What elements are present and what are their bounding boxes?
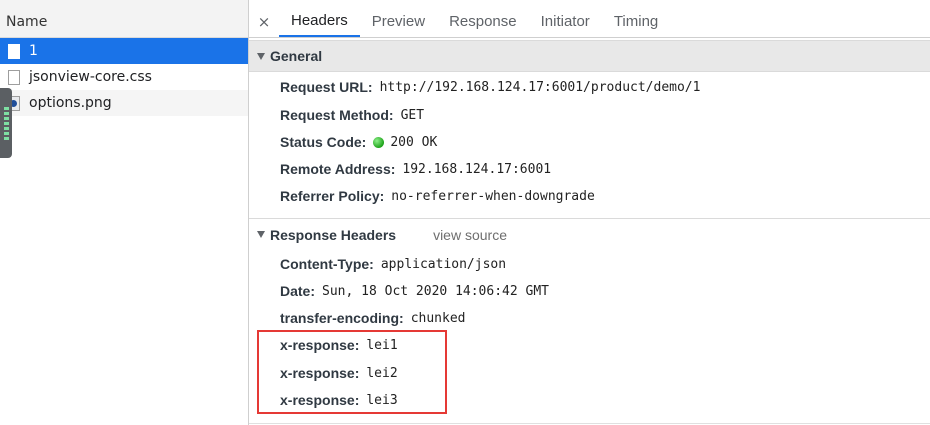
- header-value: no-referrer-when-downgrade: [391, 188, 595, 204]
- tab-response[interactable]: Response: [437, 6, 529, 37]
- status-code-row: Status Code: 200 OK: [280, 130, 437, 154]
- request-method-row: Request Method: GET: [280, 103, 424, 127]
- content-type-row: Content-Type: application/json: [280, 252, 506, 276]
- request-row-1[interactable]: 1: [0, 38, 248, 64]
- transfer-encoding-row: transfer-encoding: chunked: [280, 306, 465, 330]
- tab-timing[interactable]: Timing: [602, 6, 670, 37]
- header-value: 200 OK: [390, 134, 438, 150]
- document-icon: [8, 43, 20, 59]
- header-value: GET: [400, 107, 425, 123]
- tab-initiator[interactable]: Initiator: [529, 6, 602, 37]
- details-tabbar: × Headers Preview Response Initiator Tim…: [249, 6, 930, 38]
- header-key: transfer-encoding:: [280, 310, 404, 326]
- request-row-jsonview-core-css[interactable]: jsonview-core.css: [0, 64, 248, 90]
- request-url-row: Request URL: http://192.168.124.17:6001/…: [280, 75, 700, 99]
- referrer-policy-row: Referrer Policy: no-referrer-when-downgr…: [280, 184, 595, 208]
- request-row-options-png[interactable]: options.png: [0, 90, 248, 116]
- header-key: Request URL:: [280, 79, 373, 95]
- request-list: 1 jsonview-core.css options.png: [0, 38, 248, 116]
- expand-triangle-icon: [257, 231, 265, 238]
- header-value: Sun, 18 Oct 2020 14:06:42 GMT: [322, 283, 549, 299]
- header-value: application/json: [380, 256, 507, 272]
- status-ok-icon: [373, 136, 385, 148]
- general-section-header[interactable]: General: [249, 40, 930, 72]
- header-value: 192.168.124.17:6001: [402, 161, 552, 177]
- name-column-label: Name: [6, 13, 48, 30]
- header-key: Content-Type:: [280, 256, 374, 272]
- header-key: Referrer Policy:: [280, 188, 385, 204]
- date-row: Date: Sun, 18 Oct 2020 14:06:42 GMT: [280, 279, 549, 303]
- request-name: jsonview-core.css: [29, 69, 152, 85]
- response-headers-title: Response Headers: [270, 226, 397, 243]
- remote-address-row: Remote Address: 192.168.124.17:6001: [280, 157, 551, 181]
- close-icon[interactable]: ×: [249, 6, 279, 37]
- header-key: Remote Address:: [280, 161, 396, 177]
- request-list-panel: Name 1 jsonview-core.css options.png: [0, 0, 249, 425]
- header-key: Status Code:: [280, 134, 367, 150]
- header-value: http://192.168.124.17:6001/product/demo/…: [379, 79, 701, 95]
- header-value: chunked: [410, 310, 466, 326]
- view-source-link[interactable]: view source: [433, 227, 507, 243]
- request-name: 1: [29, 43, 38, 59]
- response-headers-section-header[interactable]: Response Headers view source: [249, 218, 930, 250]
- document-icon: [8, 69, 20, 85]
- general-section-title: General: [270, 48, 323, 64]
- divider: [249, 423, 930, 424]
- highlight-annotation-box: [257, 330, 447, 414]
- extension-widget-icon[interactable]: [0, 88, 12, 158]
- header-key: Request Method:: [280, 107, 394, 123]
- request-name: options.png: [29, 95, 112, 111]
- expand-triangle-icon: [257, 52, 265, 60]
- tab-preview[interactable]: Preview: [360, 6, 437, 37]
- tab-headers[interactable]: Headers: [279, 6, 360, 37]
- header-key: Date:: [280, 283, 316, 299]
- name-column-header[interactable]: Name: [0, 6, 248, 38]
